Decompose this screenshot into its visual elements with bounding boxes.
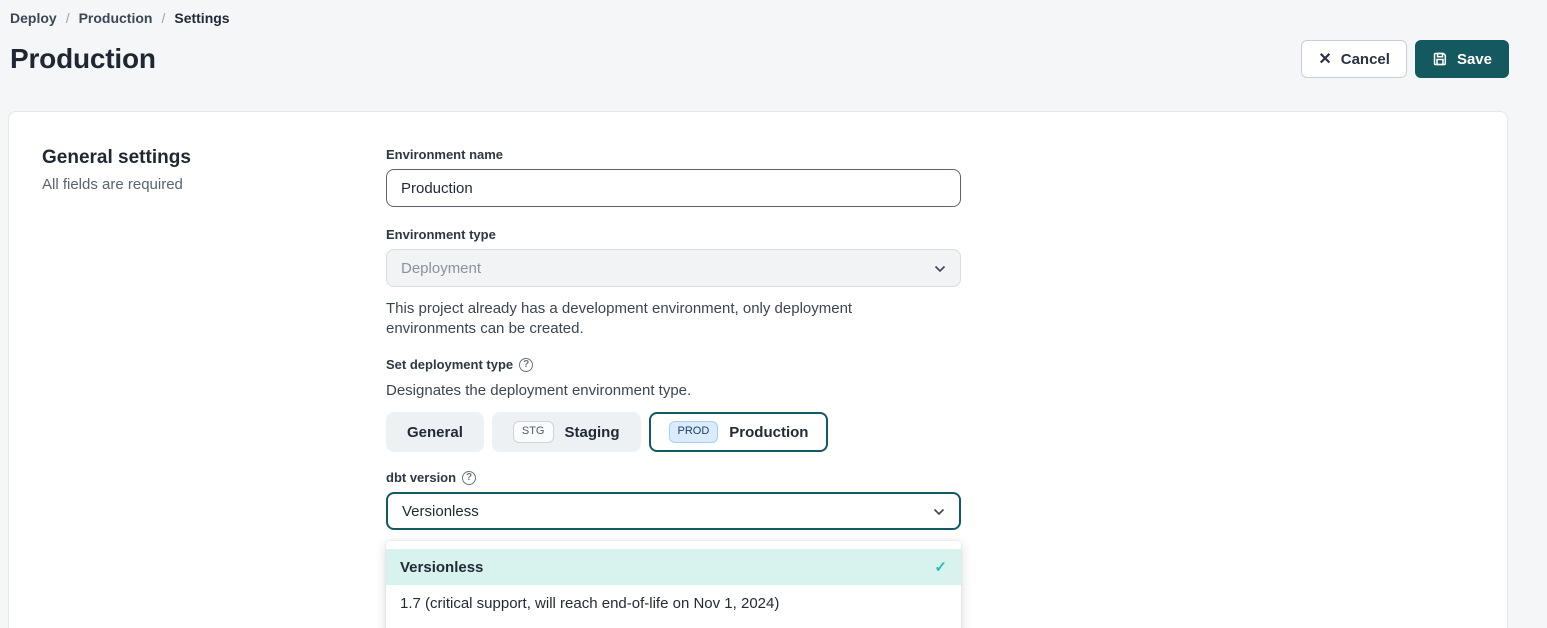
breadcrumb-separator: / bbox=[161, 10, 165, 26]
environment-name-input[interactable] bbox=[386, 169, 961, 207]
chevron-down-icon bbox=[934, 260, 946, 277]
dbt-version-label: dbt version ? bbox=[386, 470, 961, 485]
page-header: Deploy / Production / Settings Productio… bbox=[0, 0, 1547, 78]
settings-form: Environment name Environment type Deploy… bbox=[386, 147, 961, 628]
breadcrumb-settings: Settings bbox=[174, 10, 229, 26]
dropdown-option-label: Versionless bbox=[400, 559, 483, 576]
dropdown-option-1-6[interactable]: 1.6 (critical support, will reach end-of… bbox=[386, 621, 961, 628]
breadcrumb: Deploy / Production / Settings bbox=[10, 10, 1509, 26]
environment-type-field-group: Environment type Deployment bbox=[386, 227, 961, 287]
deployment-type-label-text: Set deployment type bbox=[386, 357, 513, 372]
title-row: Production ✕ Cancel Save bbox=[10, 40, 1509, 78]
dropdown-option-label: 1.7 (critical support, will reach end-of… bbox=[400, 595, 779, 612]
section-header: General settings All fields are required bbox=[42, 147, 386, 628]
dbt-version-label-text: dbt version bbox=[386, 470, 456, 485]
save-button-label: Save bbox=[1457, 51, 1492, 68]
general-settings-card: General settings All fields are required… bbox=[8, 111, 1508, 628]
deployment-type-general-button[interactable]: General bbox=[386, 412, 484, 452]
dropdown-option-1-7[interactable]: 1.7 (critical support, will reach end-of… bbox=[386, 585, 961, 621]
environment-type-label: Environment type bbox=[386, 227, 961, 242]
help-icon[interactable]: ? bbox=[519, 358, 533, 372]
environment-name-label: Environment name bbox=[386, 147, 961, 162]
save-button[interactable]: Save bbox=[1415, 40, 1509, 78]
deployment-type-description: Designates the deployment environment ty… bbox=[386, 382, 961, 399]
dbt-version-dropdown: Versionless ✓ 1.7 (critical support, wil… bbox=[386, 541, 961, 628]
page-title: Production bbox=[10, 43, 156, 75]
deployment-type-production-label: Production bbox=[729, 424, 808, 441]
cancel-button-label: Cancel bbox=[1341, 51, 1390, 68]
stg-badge: STG bbox=[513, 421, 554, 442]
close-icon: ✕ bbox=[1318, 49, 1331, 69]
check-icon: ✓ bbox=[934, 558, 947, 576]
environment-type-value: Deployment bbox=[401, 260, 481, 277]
save-icon bbox=[1432, 51, 1448, 67]
prod-badge: PROD bbox=[669, 421, 719, 442]
deployment-type-general-label: General bbox=[407, 424, 463, 441]
deployment-type-options: General STG Staging PROD Production bbox=[386, 412, 961, 452]
dbt-version-value: Versionless bbox=[402, 503, 479, 520]
dropdown-option-versionless[interactable]: Versionless ✓ bbox=[386, 549, 961, 585]
section-title: General settings bbox=[42, 147, 386, 169]
chevron-down-icon bbox=[933, 503, 945, 520]
deployment-type-production-button[interactable]: PROD Production bbox=[649, 412, 829, 452]
cancel-button[interactable]: ✕ Cancel bbox=[1301, 40, 1407, 78]
help-icon[interactable]: ? bbox=[462, 471, 476, 485]
breadcrumb-production[interactable]: Production bbox=[79, 10, 153, 26]
breadcrumb-separator: / bbox=[66, 10, 70, 26]
environment-name-field-group: Environment name bbox=[386, 147, 961, 207]
breadcrumb-deploy[interactable]: Deploy bbox=[10, 10, 57, 26]
deployment-type-staging-label: Staging bbox=[565, 424, 620, 441]
deployment-type-staging-button[interactable]: STG Staging bbox=[492, 412, 641, 452]
deployment-type-label: Set deployment type ? bbox=[386, 357, 961, 372]
section-subtitle: All fields are required bbox=[42, 176, 386, 193]
dbt-version-select[interactable]: Versionless bbox=[386, 492, 961, 530]
header-actions: ✕ Cancel Save bbox=[1301, 40, 1509, 78]
environment-type-select: Deployment bbox=[386, 249, 961, 287]
environment-type-helper-text: This project already has a development e… bbox=[386, 299, 931, 339]
